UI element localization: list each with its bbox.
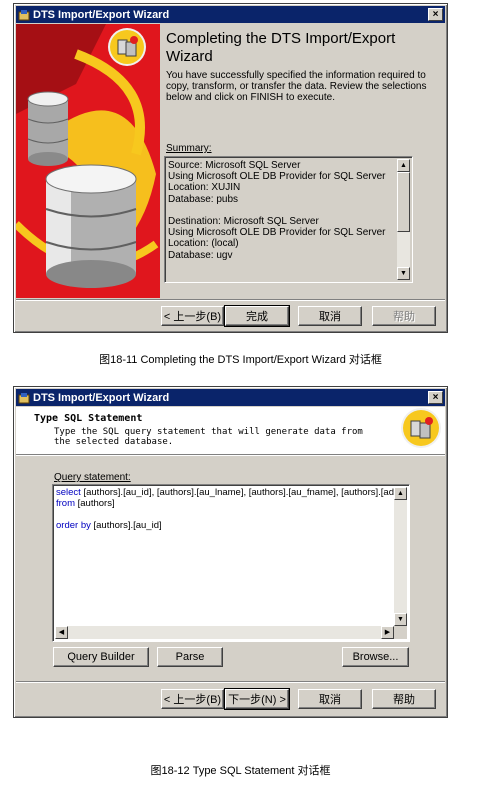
summary-line: Source: Microsoft SQL Server [168,160,301,171]
summary-line: Using Microsoft OLE DB Provider for SQL … [168,171,386,183]
title-bar: DTS Import/Export Wizard × [16,6,445,23]
page-description: Type the SQL query statement that will g… [54,427,363,447]
browse-button[interactable]: Browse... [342,647,409,667]
sql-text: [authors] [75,498,115,509]
sql-keyword: from [56,498,75,509]
parse-button[interactable]: Parse [157,647,223,667]
cancel-button[interactable]: 取消 [298,306,362,326]
query-textarea[interactable]: select [authors].[au_id], [authors].[au_… [52,484,410,642]
sql-keyword: order by [56,520,91,531]
help-button[interactable]: 帮助 [372,689,436,709]
help-button[interactable]: 帮助 [372,306,436,326]
summary-line: Location: XUJIN [168,182,241,194]
separator [16,681,445,683]
figure-caption-2: 图18-12 Type SQL Statement 对话框 [150,765,331,777]
back-button[interactable]: < 上一步(B) [161,306,224,326]
vertical-scrollbar[interactable]: ▲ ▼ [394,487,407,626]
scroll-down-arrow-icon[interactable]: ▼ [397,267,410,280]
wizard-dialog-type-sql: DTS Import/Export Wizard × Type SQL Stat… [13,386,448,718]
summary-line: Location: (local) [168,238,239,250]
summary-line: Database: pubs [168,193,239,205]
scroll-up-arrow-icon[interactable]: ▲ [397,159,410,172]
sql-text: [authors].[au_id] [90,520,162,531]
sql-keyword: select [56,487,81,498]
summary-line [168,205,385,216]
page-heading: Completing the DTS Import/Export Wizard [166,30,396,65]
finish-button[interactable]: 完成 [224,305,290,327]
horizontal-scrollbar[interactable]: ◀ ▶ [55,626,394,639]
sql-text: [authors].[au_id], [authors].[au_lname],… [80,487,394,498]
wizard-app-icon [18,9,30,21]
back-button[interactable]: < 上一步(B) [161,689,224,709]
query-label: Query statement: [54,472,131,483]
header-panel: Type SQL Statement Type the SQL query st… [16,407,445,454]
window-title: DTS Import/Export Wizard [33,391,170,404]
scroll-left-arrow-icon[interactable]: ◀ [55,626,68,639]
next-button[interactable]: 下一步(N) > [224,688,290,710]
close-button[interactable]: × [428,391,443,404]
title-bar: DTS Import/Export Wizard × [16,389,445,406]
summary-scrollbar[interactable]: ▲ ▼ [397,159,410,280]
cancel-button[interactable]: 取消 [298,689,362,709]
scroll-up-arrow-icon[interactable]: ▲ [394,487,407,500]
summary-label: Summary: [166,143,212,154]
summary-line: Database: ugv [168,249,233,261]
large-database-cylinder [45,164,137,288]
window-title: DTS Import/Export Wizard [33,8,170,21]
close-button[interactable]: × [428,8,443,21]
wizard-banner-image [16,24,160,298]
query-text: select [authors].[au_id], [authors].[au_… [56,487,394,531]
page-description: You have successfully specified the info… [166,70,427,103]
figure-caption-1: 图18-11 Completing the DTS Import/Export … [99,354,382,366]
summary-listbox[interactable]: Source: Microsoft SQL Server Using Micro… [164,156,413,283]
database-wizard-icon [403,410,439,446]
scroll-down-arrow-icon[interactable]: ▼ [394,613,407,626]
scroll-right-arrow-icon[interactable]: ▶ [381,626,394,639]
scroll-thumb[interactable] [397,172,410,232]
query-builder-button[interactable]: Query Builder [53,647,149,667]
scrollbar-corner [394,626,407,639]
wizard-dialog-completing: DTS Import/Export Wizard × Completing th… [13,3,448,333]
summary-line: Destination: Microsoft SQL Server [168,216,319,227]
page-heading: Type SQL Statement [34,413,143,424]
separator [16,299,445,301]
summary-text: Source: Microsoft SQL Server Using Micro… [168,160,385,261]
separator [16,454,445,456]
database-wizard-icon [110,30,144,64]
small-database-cylinder [27,91,69,166]
summary-line: Using Microsoft OLE DB Provider for SQL … [168,227,386,239]
wizard-app-icon [18,392,30,404]
